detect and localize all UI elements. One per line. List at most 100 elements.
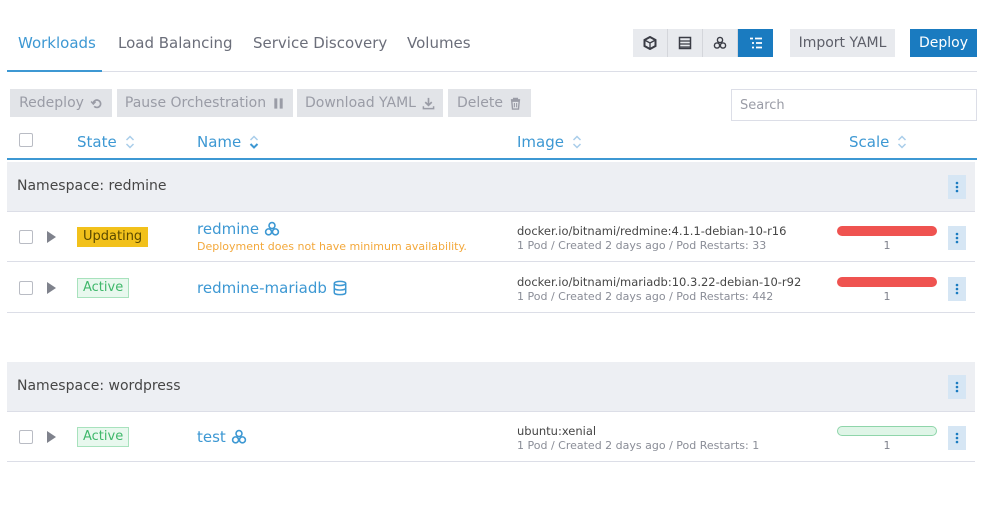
view-flat-list-button[interactable] bbox=[668, 29, 703, 57]
pause-orchestration-label: Pause Orchestration bbox=[124, 95, 267, 111]
trash-icon bbox=[510, 97, 521, 110]
namespace-group-header: Namespace: wordpress bbox=[7, 362, 975, 412]
column-header-scale-label: Scale bbox=[849, 133, 890, 151]
scale-bar[interactable] bbox=[837, 277, 937, 287]
workload-name-link[interactable]: test bbox=[197, 428, 247, 446]
workload-group-icon bbox=[231, 429, 247, 444]
namespace-group-header: Namespace: redmine bbox=[7, 162, 975, 212]
column-header-scale[interactable]: Scale bbox=[849, 133, 907, 151]
column-header-image[interactable]: Image bbox=[517, 133, 582, 151]
column-header-name-label: Name bbox=[197, 133, 242, 151]
database-icon bbox=[333, 280, 347, 296]
tab-load-balancing[interactable]: Load Balancing bbox=[118, 34, 233, 52]
kebab-icon bbox=[955, 181, 959, 193]
import-yaml-button[interactable]: Import YAML bbox=[790, 29, 895, 57]
delete-label: Delete bbox=[457, 95, 503, 111]
download-icon bbox=[422, 97, 435, 109]
column-header-state-label: State bbox=[77, 133, 117, 151]
scale-cell: 1 bbox=[837, 226, 937, 252]
deploy-button[interactable]: Deploy bbox=[910, 29, 977, 57]
workload-name: redmine-mariadb bbox=[197, 279, 327, 297]
pod-meta: 1 Pod / Created 2 days ago / Pod Restart… bbox=[517, 439, 760, 452]
availability-warning: Deployment does not have minimum availab… bbox=[197, 240, 467, 253]
column-header-image-label: Image bbox=[517, 133, 564, 151]
table-row: Updating redmine Deployment does not hav… bbox=[7, 212, 975, 262]
sort-icon bbox=[125, 135, 134, 149]
scale-bar[interactable] bbox=[837, 426, 937, 436]
image-cell: ubuntu:xenial 1 Pod / Created 2 days ago… bbox=[517, 424, 759, 452]
workload-name-link[interactable]: redmine bbox=[197, 220, 280, 238]
expand-row-icon[interactable] bbox=[47, 282, 56, 294]
name-cell: redmine-mariadb bbox=[197, 271, 348, 297]
pod-meta: 1 Pod / Created 2 days ago / Pod Restart… bbox=[517, 290, 774, 303]
tab-volumes[interactable]: Volumes bbox=[407, 34, 471, 52]
pod-meta: 1 Pod / Created 2 days ago / Pod Restart… bbox=[517, 239, 767, 252]
delete-button[interactable]: Delete bbox=[448, 89, 531, 117]
image-name: ubuntu:xenial bbox=[517, 424, 597, 438]
view-workload-group-button[interactable] bbox=[703, 29, 738, 57]
scale-count: 1 bbox=[883, 239, 891, 252]
scale-cell: 1 bbox=[837, 426, 937, 452]
expand-row-icon[interactable] bbox=[47, 431, 56, 443]
group-menu-button[interactable] bbox=[948, 175, 966, 199]
row-menu-button[interactable] bbox=[948, 277, 966, 301]
pause-orchestration-button[interactable]: Pause Orchestration bbox=[117, 89, 293, 117]
name-cell: redmine Deployment does not have minimum… bbox=[197, 220, 467, 253]
image-name: docker.io/bitnami/redmine:4.1.1-debian-1… bbox=[517, 224, 787, 238]
scale-cell: 1 bbox=[837, 277, 937, 303]
active-tab-indicator bbox=[7, 70, 102, 72]
column-header-name[interactable]: Name bbox=[197, 133, 259, 151]
scale-count: 1 bbox=[883, 290, 891, 303]
row-menu-button[interactable] bbox=[948, 426, 966, 450]
workload-group-icon bbox=[713, 36, 727, 49]
status-badge: Active bbox=[77, 427, 130, 447]
scale-count: 1 bbox=[883, 439, 891, 452]
namespace-list-icon bbox=[749, 37, 762, 49]
redeploy-button[interactable]: Redeploy bbox=[10, 89, 112, 117]
image-name: docker.io/bitnami/mariadb:10.3.22-debian… bbox=[517, 275, 802, 289]
download-yaml-button[interactable]: Download YAML bbox=[297, 89, 443, 117]
row-checkbox[interactable] bbox=[19, 281, 33, 295]
table-row: Active test ubuntu:xenial 1 Pod / Create… bbox=[7, 412, 975, 462]
view-node-button[interactable] bbox=[633, 29, 668, 57]
search-input[interactable] bbox=[731, 89, 977, 121]
redeploy-icon bbox=[90, 98, 102, 108]
workload-name: test bbox=[197, 428, 226, 446]
pause-icon bbox=[274, 97, 283, 109]
flat-list-icon bbox=[678, 36, 692, 50]
view-namespace-button[interactable] bbox=[738, 29, 773, 57]
row-menu-button[interactable] bbox=[948, 226, 966, 250]
row-checkbox[interactable] bbox=[19, 230, 33, 244]
header-divider bbox=[7, 158, 977, 160]
row-checkbox[interactable] bbox=[19, 430, 33, 444]
image-cell: docker.io/bitnami/redmine:4.1.1-debian-1… bbox=[517, 224, 786, 252]
namespace-label: Namespace: redmine bbox=[17, 178, 167, 194]
kebab-icon bbox=[955, 232, 959, 244]
workload-name-link[interactable]: redmine-mariadb bbox=[197, 279, 348, 297]
redeploy-label: Redeploy bbox=[19, 95, 84, 111]
tab-service-discovery[interactable]: Service Discovery bbox=[253, 34, 387, 52]
node-cube-icon bbox=[643, 36, 657, 50]
group-menu-button[interactable] bbox=[948, 375, 966, 399]
view-mode-toggle bbox=[633, 29, 773, 57]
tab-workloads[interactable]: Workloads bbox=[18, 34, 96, 52]
workload-group-icon bbox=[264, 221, 280, 236]
kebab-icon bbox=[955, 381, 959, 393]
download-yaml-label: Download YAML bbox=[305, 95, 416, 111]
select-all-checkbox[interactable] bbox=[19, 133, 33, 147]
sort-active-icon bbox=[250, 135, 259, 149]
status-badge: Active bbox=[77, 278, 130, 298]
kebab-icon bbox=[955, 432, 959, 444]
namespace-label: Namespace: wordpress bbox=[17, 378, 181, 394]
status-badge: Updating bbox=[77, 227, 149, 247]
image-cell: docker.io/bitnami/mariadb:10.3.22-debian… bbox=[517, 275, 801, 303]
scale-bar[interactable] bbox=[837, 226, 937, 236]
sort-icon bbox=[572, 135, 582, 149]
name-cell: test bbox=[197, 420, 247, 446]
kebab-icon bbox=[955, 283, 959, 295]
sort-icon bbox=[898, 135, 907, 149]
expand-row-icon[interactable] bbox=[47, 231, 56, 243]
workload-name: redmine bbox=[197, 220, 260, 238]
column-header-state[interactable]: State bbox=[77, 133, 135, 151]
table-row: Active redmine-mariadb docker.io/bitnami… bbox=[7, 263, 975, 313]
